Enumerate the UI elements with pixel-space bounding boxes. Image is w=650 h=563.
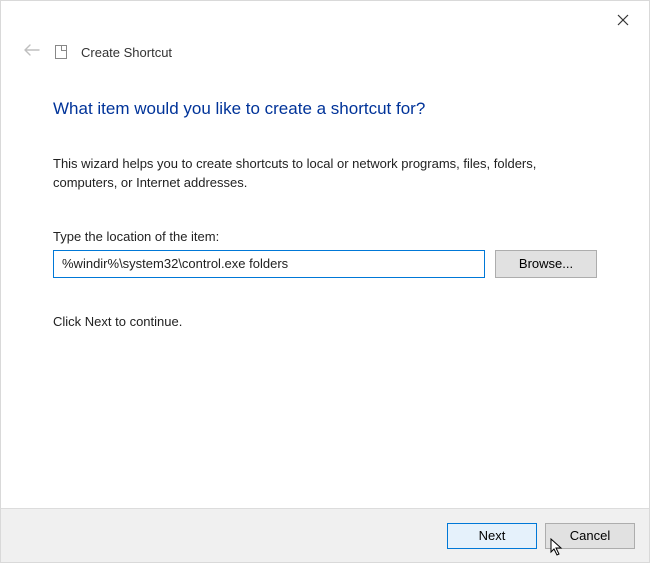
header-title: Create Shortcut (81, 45, 172, 60)
wizard-description: This wizard helps you to create shortcut… (53, 155, 597, 193)
close-icon (617, 14, 629, 26)
titlebar (1, 1, 649, 37)
location-input-row: Browse... (53, 250, 597, 278)
back-arrow-icon (23, 43, 41, 61)
cancel-button[interactable]: Cancel (545, 523, 635, 549)
close-button[interactable] (607, 7, 639, 33)
header-row: Create Shortcut (1, 37, 649, 67)
wizard-window: Create Shortcut What item would you like… (0, 0, 650, 563)
footer-bar: Next Cancel (1, 508, 649, 562)
location-input[interactable] (53, 250, 485, 278)
next-button[interactable]: Next (447, 523, 537, 549)
main-heading: What item would you like to create a sho… (53, 99, 597, 119)
content-area: What item would you like to create a sho… (1, 67, 649, 508)
location-label: Type the location of the item: (53, 229, 597, 244)
browse-button[interactable]: Browse... (495, 250, 597, 278)
shortcut-page-icon (55, 45, 67, 59)
continue-text: Click Next to continue. (53, 314, 597, 329)
